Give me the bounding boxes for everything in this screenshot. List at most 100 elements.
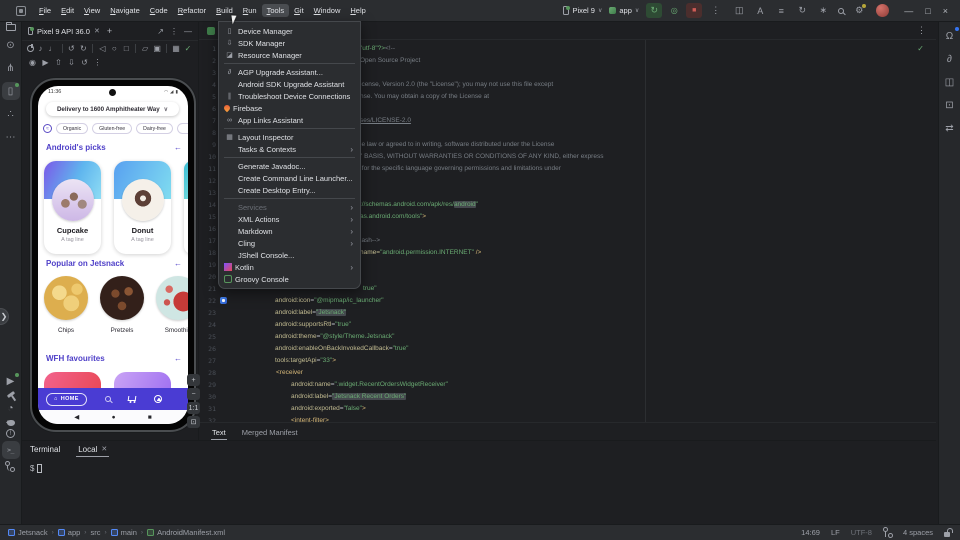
filter-chip-clipped[interactable] (177, 123, 188, 134)
open-in-window-icon[interactable]: ↗ (157, 27, 164, 36)
minimize-button[interactable]: — (904, 6, 913, 16)
menu-item-firebase[interactable]: Firebase (219, 102, 360, 114)
emulator-tab-label[interactable]: Pixel 9 API 36.0 (37, 27, 90, 36)
profiler-button[interactable]: ◎ (666, 3, 682, 18)
notifications-icon[interactable]: Ω (941, 27, 959, 45)
maximize-button[interactable]: □ (925, 6, 930, 16)
overview-nav-icon[interactable]: ■ (148, 414, 152, 421)
phone-screen[interactable]: 11:36 ◠ ◢ ▮ Delivery to 1600 Amphitheate… (38, 86, 188, 424)
menu-navigate[interactable]: Navigate (105, 4, 145, 18)
menu-item-generate-javadoc[interactable]: Generate Javadoc... (219, 160, 360, 172)
breadcrumb-src[interactable]: src (90, 528, 100, 537)
menu-edit[interactable]: Edit (56, 4, 79, 18)
menu-item-markdown[interactable]: Markdown› (219, 225, 360, 237)
menu-item-resource-manager[interactable]: ◪Resource Manager (219, 49, 360, 61)
terminal-icon[interactable]: >_ (2, 441, 20, 459)
home-tab[interactable]: ⌂ HOME (46, 393, 87, 406)
volume-down-button[interactable]: ♩ (48, 43, 58, 54)
fold-button[interactable]: ▱ (140, 43, 150, 54)
editor-tab-merged-manifest[interactable]: Merged Manifest (241, 424, 299, 439)
structure-icon[interactable]: ⋔ (2, 59, 20, 77)
menu-item-create-desktop-entry[interactable]: Create Desktop Entry... (219, 184, 360, 196)
device-manager-icon[interactable]: ◫ (941, 73, 959, 91)
breadcrumb-androidmanifest-xml[interactable]: AndroidManifest.xml (147, 528, 225, 537)
power-button[interactable] (27, 45, 34, 52)
zoom-out-button[interactable]: − (187, 388, 200, 400)
sync-icon[interactable]: ↻ (796, 5, 808, 17)
running-devices-icon[interactable]: ▯ (2, 82, 20, 100)
menu-item-device-manager[interactable]: ▯Device Manager (219, 25, 360, 37)
version-control-icon[interactable] (7, 462, 14, 471)
hide-panel-icon[interactable]: — (184, 27, 192, 36)
profiler-tool-icon[interactable]: ◔ (2, 399, 20, 417)
gemini-icon[interactable]: ∗ (817, 5, 829, 17)
close-tab-icon[interactable]: ✕ (94, 27, 100, 35)
indent-widget[interactable]: 4 spaces (903, 528, 933, 537)
menu-view[interactable]: View (79, 4, 105, 18)
menu-item-app-links-assistant[interactable]: ∞App Links Assistant (219, 114, 360, 126)
terminal-output[interactable]: $ (22, 458, 936, 473)
snack-card-clipped[interactable] (184, 161, 188, 254)
close-tab-icon[interactable]: ✕ (101, 445, 107, 453)
snapshots-button[interactable]: ▦ (171, 43, 181, 54)
fit-screen-button[interactable]: ⊡ (187, 416, 200, 428)
commit-icon[interactable]: ⊙ (2, 36, 20, 54)
upload-button[interactable]: ⇧ (53, 57, 64, 68)
device-ok-icon[interactable]: ✓ (183, 43, 193, 54)
rotate-left-button[interactable]: ↺ (66, 43, 76, 54)
stripe-reveal-button[interactable]: ❯ (0, 308, 9, 325)
settings-icon[interactable]: ⚙ (853, 5, 865, 17)
search-everywhere-icon[interactable] (838, 8, 844, 14)
camera-button[interactable]: ◉ (27, 57, 38, 68)
gemini-chat-icon[interactable]: ⊡ (941, 96, 959, 114)
run-config-selector[interactable]: app ∨ (609, 6, 639, 15)
device-selector[interactable]: Pixel 9 ∨ (563, 6, 602, 15)
device-mirroring-icon[interactable]: ◫ (733, 5, 745, 17)
menu-file[interactable]: File (34, 4, 56, 18)
editor-tab-text[interactable]: Text (211, 424, 227, 440)
filter-chip-dairy-free[interactable]: Dairy-free (136, 123, 173, 134)
rerun-button[interactable]: ↻ (646, 3, 662, 18)
menu-tools[interactable]: Tools (262, 4, 290, 18)
zoom-reset-button[interactable]: 1:1 (187, 402, 200, 414)
account-icon[interactable] (154, 395, 162, 403)
lock-icon[interactable] (944, 532, 950, 537)
cart-icon[interactable] (128, 396, 137, 401)
panel-options-icon[interactable]: ⋮ (170, 27, 178, 36)
back-nav-icon[interactable]: ◀ (74, 413, 79, 421)
breadcrumb-jetsnack[interactable]: Jetsnack (8, 528, 48, 537)
gradle-icon[interactable]: ∂ (941, 50, 959, 68)
screenshot-button[interactable]: ▣ (152, 43, 162, 54)
home-nav-icon[interactable]: ● (112, 414, 116, 421)
add-device-button[interactable]: + (107, 26, 112, 36)
filter-chip-gluten-free[interactable]: Gluten-free (92, 123, 132, 134)
menu-window[interactable]: Window (309, 4, 346, 18)
record-button[interactable]: ▶ (40, 57, 51, 68)
menu-item-xml-actions[interactable]: XML Actions› (219, 213, 360, 225)
problems-icon[interactable]: ! (6, 429, 15, 438)
stop-button[interactable]: ■ (686, 3, 702, 18)
menu-refactor[interactable]: Refactor (173, 4, 211, 18)
menu-item-agp-upgrade-assistant[interactable]: ∂AGP Upgrade Assistant... (219, 66, 360, 78)
menu-item-cling[interactable]: Cling› (219, 237, 360, 249)
popular-item-smoothie[interactable]: Smoothie (156, 276, 188, 334)
project-icon[interactable] (6, 24, 16, 31)
menu-item-troubleshoot-device-connections[interactable]: ∥Troubleshoot Device Connections (219, 90, 360, 102)
rotate-right-button[interactable]: ↻ (78, 43, 88, 54)
volume-up-button[interactable]: ♪ (36, 43, 46, 54)
menu-item-tasks-contexts[interactable]: Tasks & Contexts› (219, 143, 360, 155)
popular-item-chips[interactable]: Chips (44, 276, 88, 334)
editor-options-icon[interactable]: ⋮ (915, 25, 928, 36)
caret-position-widget[interactable]: 14:69 (801, 528, 820, 537)
user-avatar[interactable] (876, 4, 889, 17)
download-button[interactable]: ⇩ (66, 57, 77, 68)
menu-item-android-sdk-upgrade-assistant[interactable]: Android SDK Upgrade Assistant (219, 78, 360, 90)
launcher-icon-preview[interactable] (220, 297, 227, 304)
menu-item-kotlin[interactable]: Kotlin› (219, 261, 360, 273)
restore-button[interactable]: ↺ (79, 57, 90, 68)
menu-code[interactable]: Code (145, 4, 173, 18)
logcat-icon[interactable] (7, 420, 15, 426)
emulator-more-button[interactable]: ⋮ (92, 57, 103, 68)
arrow-left-icon[interactable]: ← (174, 143, 182, 152)
menu-help[interactable]: Help (345, 4, 370, 18)
